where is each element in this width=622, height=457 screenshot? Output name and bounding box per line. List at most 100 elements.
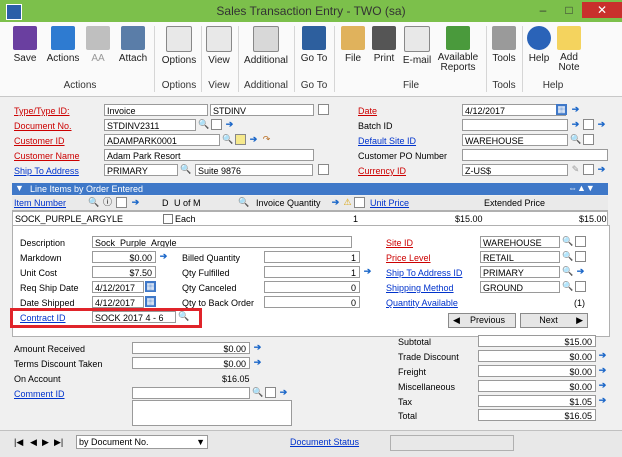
calendar-icon[interactable]: ▦ xyxy=(556,104,567,115)
lookup-icon[interactable]: 🔍 xyxy=(562,236,573,247)
po-field[interactable] xyxy=(462,149,608,161)
terms-field[interactable]: $0.00 xyxy=(132,357,250,369)
available-reports-button[interactable]: Available Reports xyxy=(436,26,480,73)
canceled-field[interactable]: 0 xyxy=(264,281,360,293)
page-icon[interactable] xyxy=(318,164,329,175)
pencil-icon[interactable]: ✎ xyxy=(570,164,581,175)
shipto-field[interactable]: PRIMARY xyxy=(104,164,178,176)
lookup-icon[interactable]: 🔍 xyxy=(570,134,581,145)
aa-button[interactable]: AA xyxy=(86,26,110,64)
arrow-right-icon[interactable]: ➔ xyxy=(252,342,263,353)
calendar-icon[interactable]: ▦ xyxy=(145,281,156,292)
shipmethod-field[interactable]: GROUND xyxy=(480,281,560,293)
arrow-right-icon[interactable]: ➔ xyxy=(224,119,235,130)
page-icon[interactable] xyxy=(583,164,594,175)
lookup-icon[interactable]: 🔍 xyxy=(180,164,191,175)
type-id-field[interactable]: STDINV xyxy=(210,104,314,116)
help-button[interactable]: Help xyxy=(526,26,552,64)
date-field[interactable]: 4/12/2017 xyxy=(462,104,566,116)
freight-field[interactable]: $0.00 xyxy=(478,365,596,377)
shipto-label[interactable]: Ship To Address xyxy=(14,166,79,176)
goto-button[interactable]: Go To xyxy=(298,26,330,64)
page-icon[interactable] xyxy=(211,119,222,130)
docno-label[interactable]: Document No. xyxy=(14,121,72,131)
shipto-desc-field[interactable]: Suite 9876 xyxy=(195,164,313,176)
add-note-button[interactable]: Add Note xyxy=(556,26,582,73)
col-unit-price[interactable]: Unit Price xyxy=(370,198,409,208)
actions-button[interactable]: Actions xyxy=(44,26,82,64)
email-button[interactable]: E-mail xyxy=(402,26,432,66)
shiptoid-field[interactable]: PRIMARY xyxy=(480,266,560,278)
price-label[interactable]: Price Level xyxy=(386,253,431,263)
page-icon[interactable] xyxy=(354,197,365,208)
page-icon[interactable] xyxy=(583,134,594,145)
arrow-right-icon[interactable]: ➔ xyxy=(278,387,289,398)
page-icon[interactable] xyxy=(583,119,594,130)
arrow-right-icon[interactable]: ➔ xyxy=(597,380,608,391)
next-button[interactable]: Next ▶ xyxy=(520,313,588,328)
date-label[interactable]: Date xyxy=(358,106,377,116)
type-label[interactable]: Type/Type ID: xyxy=(14,106,70,116)
received-field[interactable]: $0.00 xyxy=(132,342,250,354)
siteid-label[interactable]: Site ID xyxy=(386,238,413,248)
nav-next-icon[interactable]: ▶ xyxy=(42,437,49,448)
note-icon[interactable] xyxy=(235,134,246,145)
comment-label[interactable]: Comment ID xyxy=(14,389,65,399)
arrow-right-icon[interactable]: ➔ xyxy=(570,104,581,115)
contract-label[interactable]: Contract ID xyxy=(20,313,66,323)
arrow-right-icon[interactable]: ➔ xyxy=(252,357,263,368)
arrow-right-icon[interactable]: ➔ xyxy=(597,365,608,376)
row-d-checkbox[interactable] xyxy=(163,214,173,224)
grid-arrows-icon[interactable]: ⇔▲▼ xyxy=(568,183,595,193)
save-button[interactable]: Save xyxy=(8,26,42,64)
view-button[interactable]: View xyxy=(206,26,232,66)
close-icon[interactable]: ✕ xyxy=(582,2,622,18)
reqship-field[interactable]: 4/12/2017 xyxy=(92,281,144,293)
custname-field[interactable]: Adam Park Resort xyxy=(104,149,314,161)
lookup-icon[interactable]: 🔍 xyxy=(252,387,263,398)
nav-first-icon[interactable]: |◀ xyxy=(14,437,23,448)
billed-field[interactable]: 1 xyxy=(264,251,360,263)
arrow-right-icon[interactable]: ➔ xyxy=(130,197,141,208)
docno-field[interactable]: STDINV2311 xyxy=(104,119,196,131)
contract-field[interactable]: SOCK 2017 4 - 6 xyxy=(92,311,176,323)
info-icon[interactable]: ⓘ xyxy=(102,197,113,208)
currency-label[interactable]: Currency ID xyxy=(358,166,406,176)
arrow-right-icon[interactable]: ➔ xyxy=(575,266,586,277)
lookup-icon[interactable]: 🔍 xyxy=(178,311,189,322)
expand-icon[interactable]: ▼ xyxy=(15,183,24,193)
nav-prev-icon[interactable]: ◀ xyxy=(30,437,37,448)
backorder-field[interactable]: 0 xyxy=(264,296,360,308)
previous-button[interactable]: ◀ Previous xyxy=(448,313,516,328)
comment-text-area[interactable] xyxy=(132,400,292,426)
type-select[interactable]: Invoice xyxy=(104,104,208,116)
lookup-icon[interactable]: 🔍 xyxy=(562,281,573,292)
lookup-icon[interactable]: 🔍 xyxy=(238,197,249,208)
tax-field[interactable]: $1.05 xyxy=(478,395,596,407)
tools-button[interactable]: Tools xyxy=(490,26,518,64)
lookup-icon[interactable]: 🔍 xyxy=(222,134,233,145)
move-icon[interactable]: ↷ xyxy=(261,134,272,145)
shipmethod-label[interactable]: Shipping Method xyxy=(386,283,454,293)
page-icon[interactable] xyxy=(575,281,586,292)
warning-icon[interactable]: ⚠ xyxy=(342,197,353,208)
siteid-field[interactable]: WAREHOUSE xyxy=(480,236,560,248)
page-icon[interactable] xyxy=(318,104,329,115)
arrow-right-icon[interactable]: ➔ xyxy=(362,266,373,277)
arrow-right-icon[interactable]: ➔ xyxy=(330,197,341,208)
qtyavail-label[interactable]: Quantity Available xyxy=(386,298,458,308)
arrow-right-icon[interactable]: ➔ xyxy=(597,395,608,406)
comment-field[interactable] xyxy=(132,387,250,399)
unitcost-field[interactable]: $7.50 xyxy=(92,266,156,278)
file-button[interactable]: File xyxy=(340,26,366,64)
sort-select[interactable]: by Document No. ▼ xyxy=(76,435,208,449)
batch-field[interactable] xyxy=(462,119,568,131)
page-icon[interactable] xyxy=(575,236,586,247)
tradediscount-field[interactable]: $0.00 xyxy=(478,350,596,362)
minimize-icon[interactable]: – xyxy=(530,2,556,18)
lookup-icon[interactable]: 🔍 xyxy=(562,251,573,262)
arrow-right-icon[interactable]: ➔ xyxy=(248,134,259,145)
custid-field[interactable]: ADAMPARK0001 xyxy=(104,134,220,146)
options-button[interactable]: Options xyxy=(160,26,198,66)
nav-last-icon[interactable]: ▶| xyxy=(54,437,63,448)
